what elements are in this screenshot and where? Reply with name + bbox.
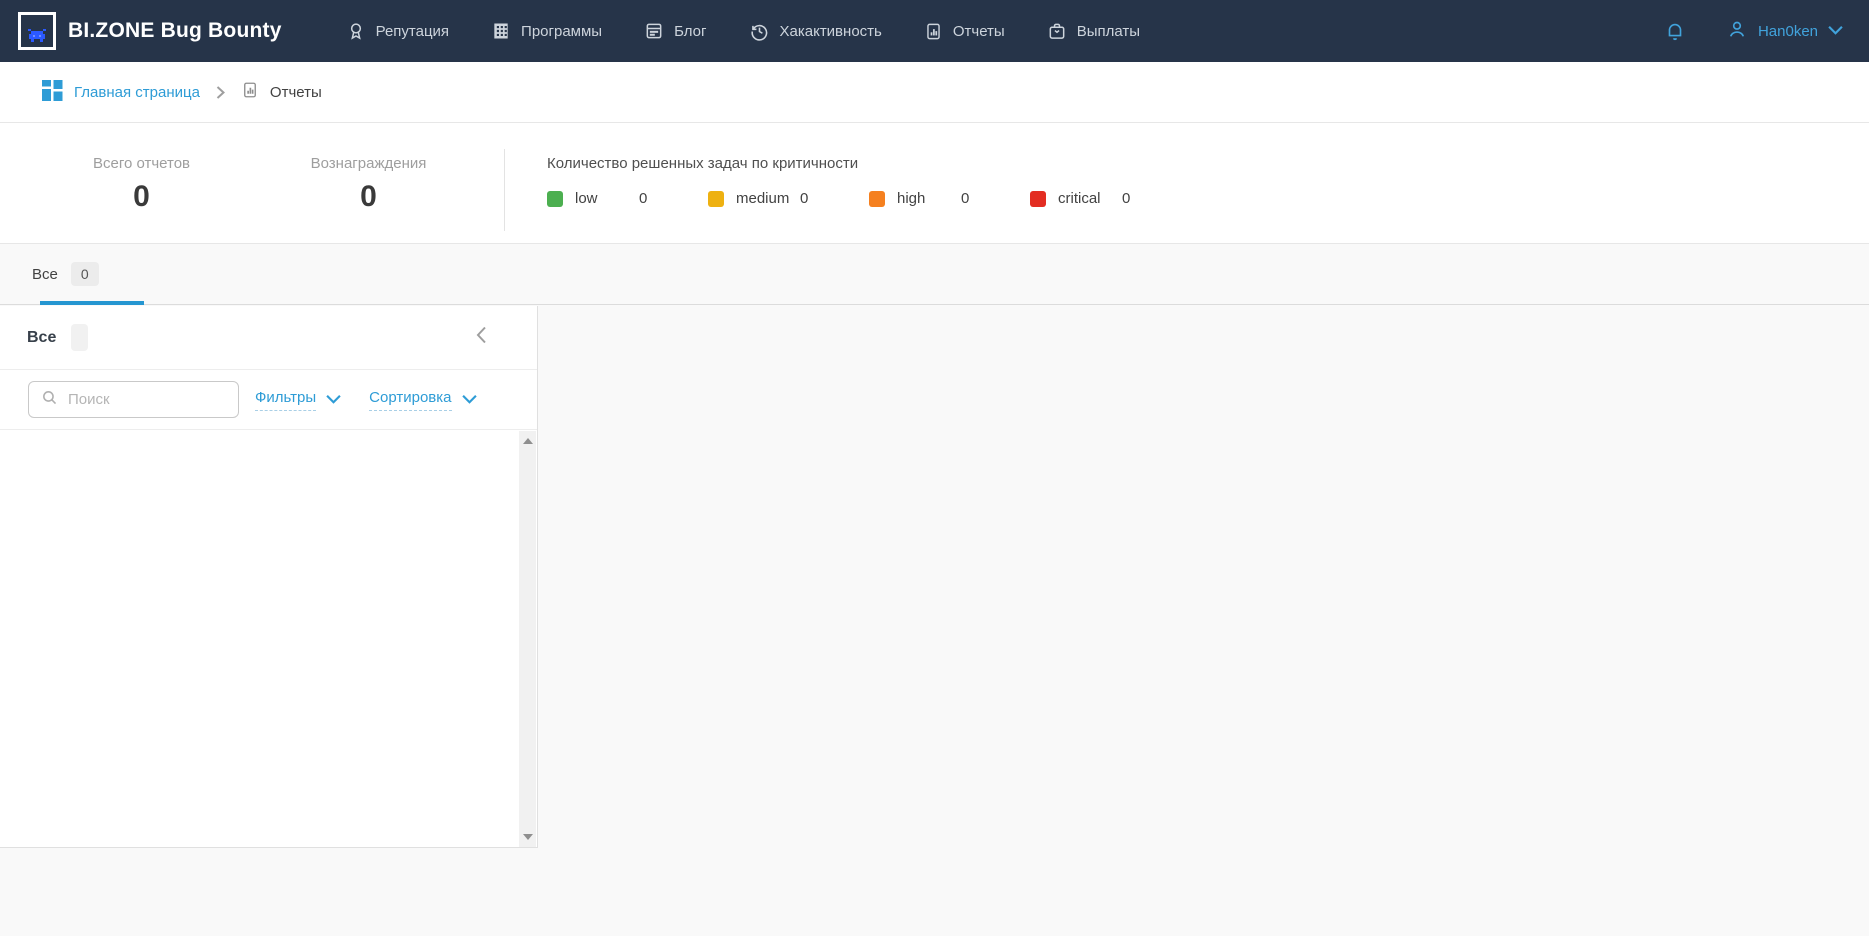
nav-label: Программы — [521, 23, 602, 40]
header-right: Han0ken — [1664, 17, 1843, 46]
search-icon — [41, 389, 58, 411]
building-icon — [491, 21, 511, 41]
legend-item-high: high 0 — [869, 190, 1030, 207]
nav-item-payouts[interactable]: Выплаты — [1047, 21, 1140, 41]
stat-label: Всего отчетов — [28, 155, 255, 172]
nav-label: Хакактивность — [780, 23, 882, 40]
chevron-down-icon — [1828, 22, 1843, 40]
legend-value: 0 — [639, 190, 647, 207]
low-swatch — [547, 191, 563, 207]
severity-chart-title: Количество решенных задач по критичности — [547, 155, 1869, 172]
legend-item-medium: medium 0 — [708, 190, 869, 207]
tab-count-badge: 0 — [71, 262, 99, 286]
legend-value: 0 — [1122, 190, 1130, 207]
severity-chart: Количество решенных задач по критичности… — [505, 123, 1869, 243]
collapse-panel-button[interactable] — [476, 326, 487, 349]
breadcrumb-home-link[interactable]: Главная страница — [42, 80, 200, 105]
filters-dropdown[interactable]: Фильтры — [255, 389, 341, 411]
stats-section: Всего отчетов 0 Вознаграждения 0 Количес… — [0, 123, 1869, 244]
legend-item-critical: critical 0 — [1030, 190, 1191, 207]
reports-list-panel: Все Фильтры — [0, 306, 538, 848]
legend-label: high — [897, 190, 961, 207]
panel-toolbar: Фильтры Сортировка — [0, 370, 537, 430]
legend-label: low — [575, 190, 639, 207]
active-tab-indicator — [40, 301, 144, 305]
search-input[interactable] — [68, 391, 228, 408]
nav-label: Отчеты — [953, 23, 1005, 40]
medal-icon — [346, 20, 366, 42]
stat-value: 0 — [28, 180, 255, 214]
nav-item-reputation[interactable]: Репутация — [346, 20, 449, 42]
nav-item-programs[interactable]: Программы — [491, 21, 602, 41]
user-avatar-icon — [1726, 17, 1748, 46]
breadcrumb-current: Отчеты — [241, 80, 322, 104]
chevron-down-icon — [462, 391, 477, 408]
stat-label: Вознаграждения — [255, 155, 482, 172]
app-header: BI.ZONE Bug Bounty Репутация Программы — [0, 0, 1869, 62]
brand-title: BI.ZONE Bug Bounty — [68, 19, 282, 43]
main-nav: Репутация Программы Блог — [346, 20, 1140, 42]
legend-value: 0 — [961, 190, 969, 207]
search-box[interactable] — [28, 381, 239, 418]
panel-header: Все — [0, 306, 537, 370]
severity-legend: low 0 medium 0 high 0 critical 0 — [547, 190, 1869, 207]
nav-item-hackactivity[interactable]: Хакактивность — [749, 21, 882, 42]
stat-rewards: Вознаграждения 0 — [255, 123, 482, 243]
legend-label: critical — [1058, 190, 1122, 207]
report-chart-icon — [241, 80, 259, 104]
history-icon — [749, 21, 770, 42]
medium-swatch — [708, 191, 724, 207]
notifications-bell-icon[interactable] — [1664, 19, 1686, 43]
sort-dropdown[interactable]: Сортировка — [369, 389, 476, 411]
tab-all[interactable]: Все 0 — [32, 244, 99, 304]
legend-item-low: low 0 — [547, 190, 708, 207]
legend-label: medium — [736, 190, 800, 207]
filters-label: Фильтры — [255, 389, 316, 411]
blog-icon — [644, 21, 664, 41]
chevron-down-icon — [326, 391, 341, 408]
tab-label: Все — [32, 266, 58, 283]
reports-tab-bar: Все 0 — [0, 244, 1869, 305]
stat-value: 0 — [255, 180, 482, 214]
nav-item-blog[interactable]: Блог — [644, 21, 706, 41]
scrollbar[interactable] — [519, 431, 536, 847]
nav-label: Репутация — [376, 23, 449, 40]
chevron-left-icon — [476, 326, 487, 349]
sort-label: Сортировка — [369, 389, 451, 411]
panel-count-badge — [71, 324, 88, 351]
critical-swatch — [1030, 191, 1046, 207]
chevron-right-icon — [216, 86, 225, 99]
briefcase-icon — [1047, 21, 1067, 41]
nav-label: Выплаты — [1077, 23, 1140, 40]
scroll-up-arrow-icon[interactable] — [523, 438, 533, 444]
dashboard-grid-icon — [42, 80, 63, 105]
legend-value: 0 — [800, 190, 808, 207]
user-menu[interactable]: Han0ken — [1726, 17, 1843, 46]
report-chart-icon — [924, 21, 943, 42]
bug-icon — [26, 27, 48, 47]
stat-total-reports: Всего отчетов 0 — [28, 123, 255, 243]
breadcrumb-current-label: Отчеты — [270, 84, 322, 101]
panel-title: Все — [27, 329, 56, 347]
scroll-down-arrow-icon[interactable] — [523, 834, 533, 840]
nav-label: Блог — [674, 23, 706, 40]
bizone-logo[interactable] — [18, 12, 56, 50]
reports-list-empty — [0, 431, 537, 847]
breadcrumb: Главная страница Отчеты — [0, 62, 1869, 123]
nav-item-reports[interactable]: Отчеты — [924, 21, 1005, 42]
user-name: Han0ken — [1758, 23, 1818, 40]
breadcrumb-home-label: Главная страница — [74, 84, 200, 101]
high-swatch — [869, 191, 885, 207]
